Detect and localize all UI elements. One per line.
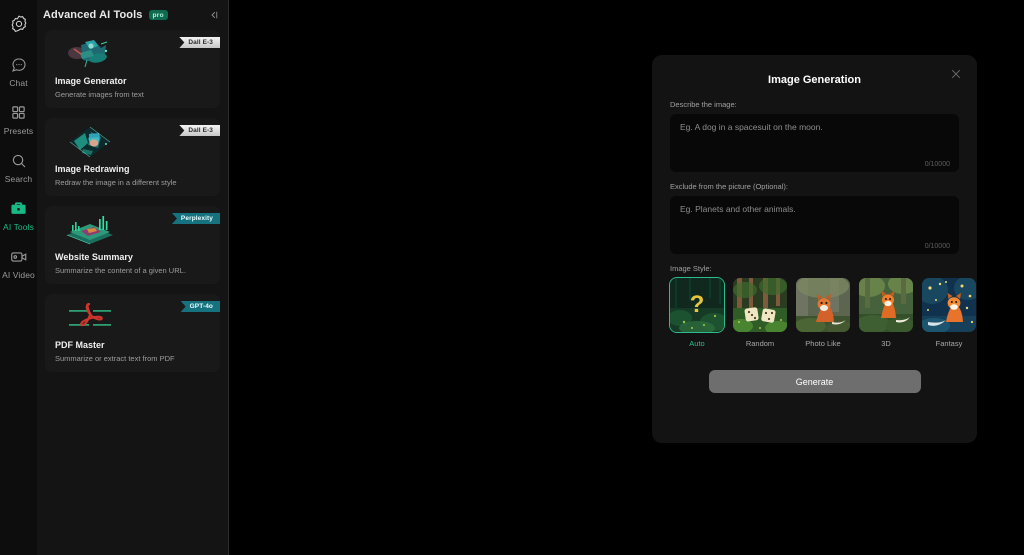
tool-card-desc: Summarize or extract text from PDF (55, 354, 175, 363)
style-option-label: 3D (881, 339, 891, 348)
style-option-label: Fantasy (935, 339, 963, 348)
collapse-left-icon[interactable] (208, 9, 220, 21)
style-option-3d[interactable]: 3D (859, 278, 913, 348)
sidebar-item-chat[interactable]: Chat (0, 54, 37, 88)
sidebar-item-label: AI Video (2, 270, 35, 280)
modal-title: Image Generation (768, 74, 861, 86)
style-option-photo-like[interactable]: Photo Like (796, 278, 850, 348)
sidebar-item-label: AI Tools (3, 222, 34, 232)
generate-button[interactable]: Generate (708, 370, 921, 393)
describe-label: Describe the image: (670, 100, 737, 109)
image-generator-thumbnail (61, 36, 119, 72)
model-badge: Perplexity (171, 213, 220, 224)
sidebar-item-label: Chat (9, 78, 28, 88)
tool-card-website-summary[interactable]: Perplexity Website Summary Summarize the… (45, 206, 220, 284)
tool-card-name: PDF Master (55, 340, 105, 350)
tool-card-desc: Redraw the image in a different style (55, 178, 177, 187)
grid-squares-icon (11, 102, 26, 123)
close-x-icon[interactable] (949, 67, 963, 81)
tool-card-name: Image Redrawing (55, 164, 130, 174)
pdf-master-thumbnail (61, 300, 119, 336)
briefcase-icon (10, 198, 27, 219)
sidebar-item-label: Search (4, 174, 33, 184)
exclude-counter: 0/10000 (924, 243, 950, 250)
exclude-label: Exclude from the picture (Optional): (670, 182, 788, 191)
tool-card-desc: Summarize the content of a given URL. (55, 266, 186, 275)
icon-rail: Chat Presets Search AI Tools AI Video (0, 0, 37, 555)
settings-gear-icon[interactable] (7, 12, 31, 36)
tool-card-desc: Generate images from text (55, 90, 144, 99)
image-style-options: ? Auto Random Photo Like 3D Fantasy (670, 278, 976, 348)
style-thumbnail-auto: ? (670, 278, 724, 332)
style-thumbnail-3d (859, 278, 913, 332)
exclude-input[interactable]: Eg. Planets and other animals. 0/10000 (670, 196, 959, 254)
sidebar-item-ai-tools[interactable]: AI Tools (0, 198, 37, 232)
sidebar-item-presets[interactable]: Presets (0, 102, 37, 136)
style-option-label: Photo Like (805, 339, 841, 348)
chat-bubble-icon (11, 54, 27, 75)
model-badge: Dall E-3 (179, 125, 220, 136)
ai-tools-panel: Advanced AI Tools pro Dall E-3 Image Gen… (37, 0, 229, 555)
tool-card-image-generator[interactable]: Dall E-3 Image Generator Generate images… (45, 30, 220, 108)
describe-placeholder: Eg. A dog in a spacesuit on the moon. (680, 122, 823, 132)
image-style-label: Image Style: (670, 264, 712, 273)
tool-card-image-redrawing[interactable]: Dall E-3 Image Redrawing Redraw the imag… (45, 118, 220, 196)
style-thumbnail-fantasy (922, 278, 976, 332)
tool-card-name: Website Summary (55, 252, 133, 262)
panel-header: Advanced AI Tools pro (37, 0, 228, 30)
model-badge: Dall E-3 (179, 37, 220, 48)
style-option-label: Random (745, 339, 775, 348)
model-badge: GPT-4o (180, 301, 220, 312)
style-option-random[interactable]: Random (733, 278, 787, 348)
page-title: Advanced AI Tools (43, 9, 143, 21)
svg-text:?: ? (690, 291, 705, 318)
sidebar-item-search[interactable]: Search (0, 150, 37, 184)
image-generation-modal: Image Generation Describe the image: Eg.… (652, 55, 977, 443)
exclude-placeholder: Eg. Planets and other animals. (680, 204, 796, 214)
magnifier-icon (11, 150, 27, 171)
tool-card-name: Image Generator (55, 76, 127, 86)
sidebar-item-label: Presets (3, 126, 34, 136)
style-thumbnail-random (733, 278, 787, 332)
tool-card-pdf-master[interactable]: GPT-4o PDF Master Summarize or extract t… (45, 294, 220, 372)
tool-card-list: Dall E-3 Image Generator Generate images… (37, 30, 228, 372)
describe-counter: 0/10000 (924, 161, 950, 168)
style-thumbnail-photo-like (796, 278, 850, 332)
style-option-auto[interactable]: ? Auto (670, 278, 724, 348)
pro-badge: pro (148, 10, 168, 20)
sidebar-item-ai-video[interactable]: AI Video (0, 246, 37, 280)
video-camera-icon (10, 246, 28, 267)
describe-input[interactable]: Eg. A dog in a spacesuit on the moon. 0/… (670, 114, 959, 172)
website-summary-thumbnail (61, 212, 119, 248)
app-root: Chat Presets Search AI Tools AI Video Ad… (0, 0, 1024, 555)
style-option-label: Auto (689, 339, 705, 348)
image-redrawing-thumbnail (61, 124, 119, 160)
style-option-fantasy[interactable]: Fantasy (922, 278, 976, 348)
